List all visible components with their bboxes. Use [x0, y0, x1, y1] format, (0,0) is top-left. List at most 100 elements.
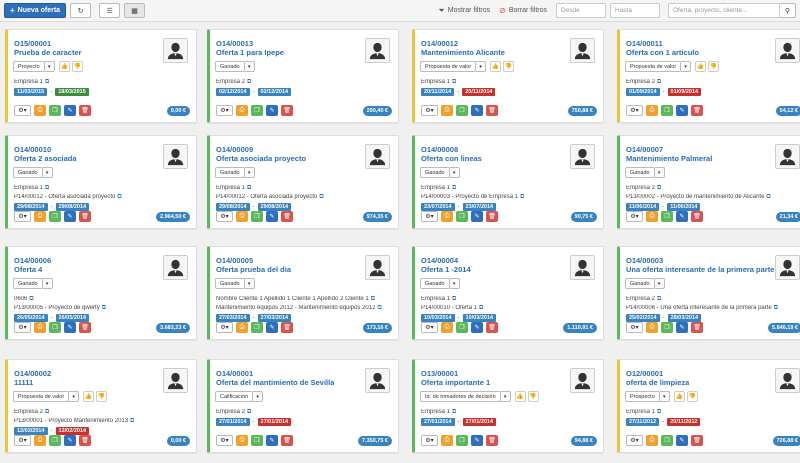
- project-link[interactable]: P14/00003 - Proyecto de Empresa 1 ⧉: [421, 194, 524, 201]
- options-button[interactable]: ⚙▾: [216, 435, 233, 446]
- status-select[interactable]: Propuesta de valor: [420, 61, 477, 72]
- offer-card[interactable]: O15/00001 Prueba de caracter Proyecto ▾ 👍 👎 Em…: [5, 29, 197, 123]
- client-name[interactable]: Empresa 2 ⧉: [626, 79, 661, 86]
- client-name[interactable]: Empresa 1 ⧉: [421, 185, 456, 192]
- delete-button[interactable]: 🗑: [281, 105, 293, 116]
- edit-button[interactable]: ✎: [676, 322, 688, 333]
- duplicate-button[interactable]: ❐: [251, 435, 263, 446]
- offer-code[interactable]: O14/00013: [216, 39, 253, 48]
- offer-title[interactable]: Oferta 4: [14, 265, 42, 274]
- refresh-button[interactable]: ↻: [70, 3, 92, 18]
- options-button[interactable]: ⚙▾: [14, 322, 31, 333]
- client-name[interactable]: Empresa 1 ⧉: [626, 409, 661, 416]
- edit-button[interactable]: ✎: [64, 211, 76, 222]
- offer-card[interactable]: O14/00007 Mantenimiento Palmeral Ganado ▾ Em…: [617, 135, 800, 229]
- status-dropdown-toggle[interactable]: ▾: [244, 61, 255, 72]
- offer-code[interactable]: O14/00004: [421, 256, 458, 265]
- client-name[interactable]: Empresa 2 ⧉: [216, 409, 251, 416]
- offer-title[interactable]: Oferta 1 -2014: [421, 265, 471, 274]
- delete-button[interactable]: 🗑: [691, 435, 703, 446]
- print-button[interactable]: ⎙: [236, 322, 248, 333]
- delete-button[interactable]: 🗑: [486, 211, 498, 222]
- print-button[interactable]: ⎙: [34, 322, 46, 333]
- status-select[interactable]: Ganado: [625, 278, 655, 289]
- lose-button[interactable]: 👎: [708, 61, 720, 72]
- status-select[interactable]: Id. de tomadores de decisión: [420, 391, 501, 402]
- offer-code[interactable]: O13/00001: [421, 369, 458, 378]
- status-dropdown-toggle[interactable]: ▾: [654, 278, 665, 289]
- print-button[interactable]: ⎙: [441, 435, 453, 446]
- client-name[interactable]: Empresa 2 ⧉: [626, 296, 661, 303]
- win-button[interactable]: 👍: [673, 391, 685, 402]
- status-dropdown-toggle[interactable]: ▾: [253, 391, 264, 402]
- project-link[interactable]: P13/00001 - Proyecto Mantenimiento 2013 ⧉: [14, 418, 134, 425]
- offer-code[interactable]: O14/00003: [626, 256, 663, 265]
- win-button[interactable]: 👍: [490, 61, 502, 72]
- offer-title[interactable]: Prueba de caracter: [14, 48, 82, 57]
- status-dropdown-toggle[interactable]: ▾: [44, 61, 55, 72]
- lose-button[interactable]: 👎: [686, 391, 698, 402]
- status-dropdown-toggle[interactable]: ▾: [42, 278, 53, 289]
- offer-code[interactable]: O12/00001: [626, 369, 663, 378]
- options-button[interactable]: ⚙▾: [14, 435, 31, 446]
- offer-card[interactable]: O12/00001 oferta de limpieza Prospecto ▾ 👍 👎 E…: [617, 359, 800, 453]
- offer-card[interactable]: O14/00008 Oferta con lineas Ganado ▾ Empresa…: [412, 135, 604, 229]
- offer-code[interactable]: O14/00001: [216, 369, 253, 378]
- print-button[interactable]: ⎙: [236, 105, 248, 116]
- status-select[interactable]: Ganado: [13, 278, 43, 289]
- duplicate-button[interactable]: ❐: [456, 211, 468, 222]
- project-link[interactable]: Mantenimiento equipos 2012 - Mantenimien…: [216, 305, 382, 312]
- print-button[interactable]: ⎙: [441, 211, 453, 222]
- edit-button[interactable]: ✎: [266, 211, 278, 222]
- edit-button[interactable]: ✎: [471, 322, 483, 333]
- status-select[interactable]: Ganado: [215, 278, 245, 289]
- options-button[interactable]: ⚙▾: [14, 105, 31, 116]
- date-from-input[interactable]: Desde: [556, 3, 606, 18]
- status-dropdown-toggle[interactable]: ▾: [42, 167, 53, 178]
- status-dropdown-toggle[interactable]: ▾: [476, 61, 487, 72]
- client-name[interactable]: 0606 ⧉: [14, 296, 34, 303]
- edit-button[interactable]: ✎: [64, 322, 76, 333]
- delete-button[interactable]: 🗑: [486, 322, 498, 333]
- lose-button[interactable]: 👎: [527, 391, 539, 402]
- options-button[interactable]: ⚙▾: [14, 211, 31, 222]
- offer-card[interactable]: O14/00011 Oferta con 1 articulo Propuesta …: [617, 29, 800, 123]
- edit-button[interactable]: ✎: [676, 435, 688, 446]
- print-button[interactable]: ⎙: [441, 105, 453, 116]
- status-dropdown-toggle[interactable]: ▾: [69, 391, 80, 402]
- offer-card[interactable]: O14/00010 Oferta 2 asociada Ganado ▾ Empresa…: [5, 135, 197, 229]
- print-button[interactable]: ⎙: [646, 105, 658, 116]
- search-button[interactable]: ⚲: [780, 3, 796, 18]
- offer-title[interactable]: Oferta 2 asociada: [14, 154, 77, 163]
- lose-button[interactable]: 👎: [96, 391, 108, 402]
- offer-card[interactable]: O14/00003 Una oferta interesante de la pr…: [617, 246, 800, 340]
- delete-button[interactable]: 🗑: [486, 435, 498, 446]
- offer-code[interactable]: O14/00009: [216, 145, 253, 154]
- offer-title[interactable]: Oferta importante 1: [421, 378, 490, 387]
- options-button[interactable]: ⚙▾: [626, 105, 643, 116]
- print-button[interactable]: ⎙: [34, 105, 46, 116]
- status-dropdown-toggle[interactable]: ▾: [681, 61, 692, 72]
- project-link[interactable]: P13/00002 - Proyecto de mantenimiento de…: [626, 194, 771, 201]
- offer-card[interactable]: O14/00002 11111 Propuesta de valor ▾ 👍 👎 Empre…: [5, 359, 197, 453]
- delete-button[interactable]: 🗑: [486, 105, 498, 116]
- offer-title[interactable]: Oferta con lineas: [421, 154, 482, 163]
- print-button[interactable]: ⎙: [34, 435, 46, 446]
- status-select[interactable]: Ganado: [215, 61, 245, 72]
- options-button[interactable]: ⚙▾: [216, 322, 233, 333]
- offer-title[interactable]: Oferta asociada proyecto: [216, 154, 306, 163]
- duplicate-button[interactable]: ❐: [661, 322, 673, 333]
- offer-card[interactable]: O14/00005 Oferta prueba del dia Ganado ▾ Nom…: [207, 246, 399, 340]
- status-dropdown-toggle[interactable]: ▾: [244, 167, 255, 178]
- offer-card[interactable]: O13/00001 Oferta importante 1 Id. de tomad…: [412, 359, 604, 453]
- delete-button[interactable]: 🗑: [281, 211, 293, 222]
- lose-button[interactable]: 👎: [71, 61, 83, 72]
- options-button[interactable]: ⚙▾: [421, 435, 438, 446]
- client-name[interactable]: Empresa 1 ⧉: [421, 79, 456, 86]
- offer-card[interactable]: O14/00012 Mantenimiento Alicante Propuesta…: [412, 29, 604, 123]
- project-link[interactable]: P14/00012 - Oferta asociada proyecto ⧉: [14, 194, 122, 201]
- win-button[interactable]: 👍: [514, 391, 526, 402]
- client-name[interactable]: Nombre Cliente 1 Apellido 1 Cliente 1 Ap…: [216, 296, 375, 303]
- status-select[interactable]: Ganado: [420, 167, 450, 178]
- status-dropdown-toggle[interactable]: ▾: [654, 167, 665, 178]
